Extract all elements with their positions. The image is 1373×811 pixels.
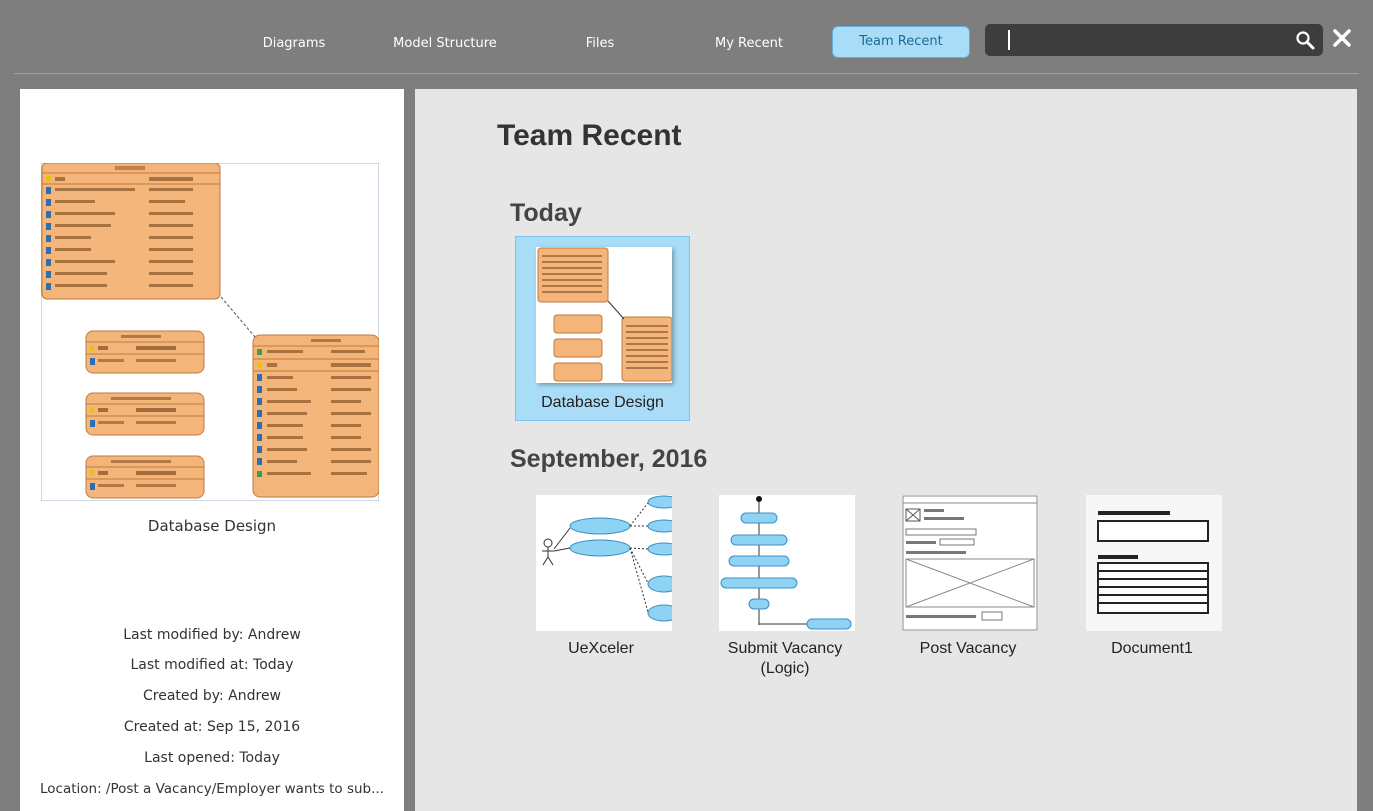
submit-vacancy-thumbnail: [719, 495, 855, 631]
preview-diagram-thumbnail[interactable]: [40, 162, 380, 502]
recent-item-uexceler[interactable]: UeXceler: [521, 492, 681, 672]
created-by: Created by: Andrew: [142, 688, 282, 704]
uexceler-label: UeXceler: [568, 640, 634, 657]
close-icon[interactable]: [1331, 27, 1353, 49]
top-nav-bar: Diagrams Model Structure Files My Recent…: [0, 0, 1373, 72]
document1-thumbnail: [1086, 495, 1222, 631]
last-modified-by: Last modified by: Andrew: [123, 627, 301, 643]
text-caret: [1008, 30, 1010, 50]
uexceler-thumbnail: [536, 495, 672, 631]
preview-title: Database Design: [147, 517, 277, 535]
submit-vacancy-label-line1: Submit Vacancy: [727, 640, 843, 657]
search-icon[interactable]: [1295, 30, 1315, 50]
last-modified-at: Last modified at: Today: [130, 657, 294, 673]
team-recent-panel: Team Recent Today Database Design Septem…: [415, 89, 1357, 811]
group-title-september-2016: September, 2016: [510, 445, 708, 473]
database-design-thumbnail: [536, 247, 672, 383]
nav-divider: [14, 73, 1359, 74]
recent-item-database-design[interactable]: Database Design: [515, 236, 690, 421]
tab-diagrams[interactable]: Diagrams: [248, 28, 340, 60]
recent-item-document1[interactable]: Document1: [1072, 492, 1232, 672]
last-opened: Last opened: Today: [144, 750, 280, 766]
recent-item-post-vacancy[interactable]: Post Vacancy: [888, 492, 1048, 672]
document1-label: Document1: [1111, 640, 1193, 657]
submit-vacancy-label-line2: (Logic): [760, 660, 810, 677]
tab-files[interactable]: Files: [565, 28, 635, 60]
tab-model-structure[interactable]: Model Structure: [380, 28, 510, 60]
page-title: Team Recent: [497, 119, 682, 152]
created-at: Created at: Sep 15, 2016: [123, 719, 301, 735]
recent-item-submit-vacancy-logic[interactable]: Submit Vacancy (Logic): [705, 492, 865, 692]
post-vacancy-thumbnail: [902, 495, 1038, 631]
database-design-label: Database Design: [541, 394, 664, 411]
location: Location: /Post a Vacancy/Employer wants…: [39, 781, 385, 797]
tab-my-recent[interactable]: My Recent: [700, 28, 798, 60]
group-title-today: Today: [510, 199, 582, 227]
preview-panel: Database Design Last modified by: Andrew…: [20, 89, 404, 811]
search-input[interactable]: [985, 24, 1323, 56]
tab-team-recent[interactable]: Team Recent: [832, 26, 970, 58]
post-vacancy-label: Post Vacancy: [919, 640, 1017, 657]
